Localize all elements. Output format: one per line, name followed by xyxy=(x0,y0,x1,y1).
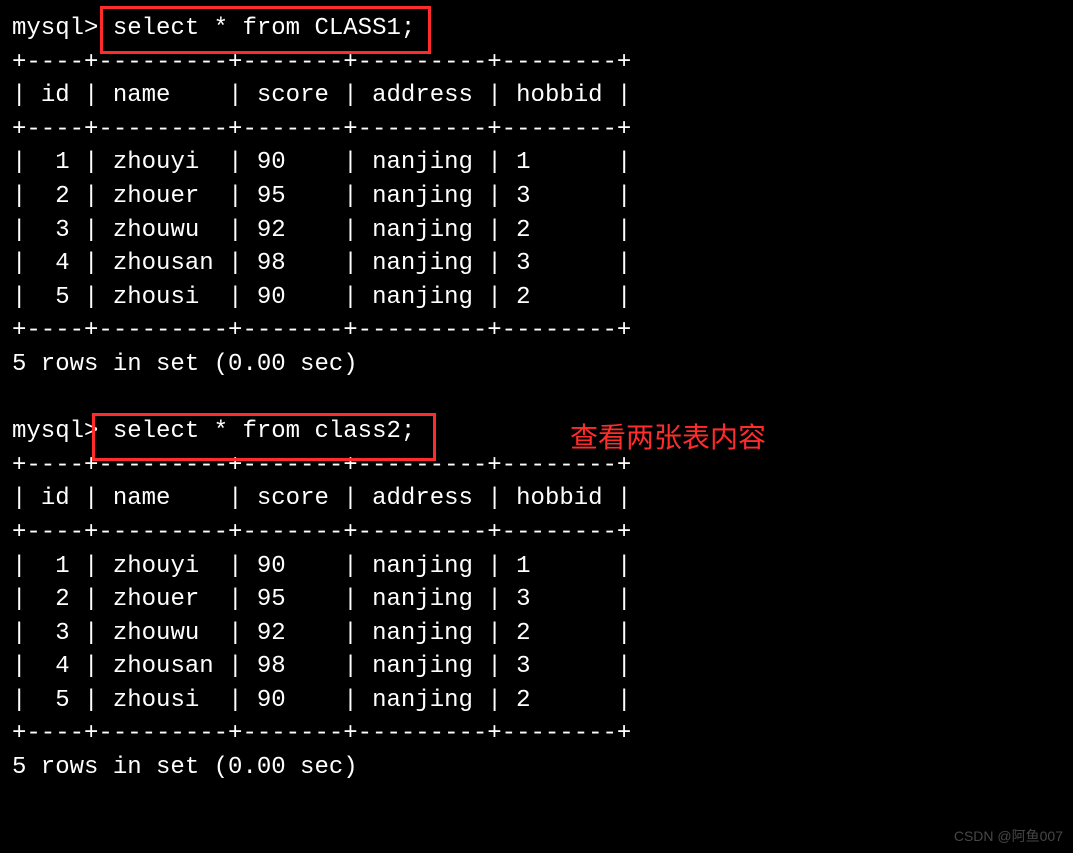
table-divider: +----+---------+-------+---------+------… xyxy=(12,717,1061,751)
table-divider: +----+---------+-------+---------+------… xyxy=(12,314,1061,348)
table-row: | 4 | zhousan | 98 | nanjing | 3 | xyxy=(12,650,1061,684)
annotation-label: 查看两张表内容 xyxy=(570,418,766,457)
table-row: | 5 | zhousi | 90 | nanjing | 2 | xyxy=(12,281,1061,315)
table-row: | 3 | zhouwu | 92 | nanjing | 2 | xyxy=(12,214,1061,248)
table-row: | 1 | zhouyi | 90 | nanjing | 1 | xyxy=(12,550,1061,584)
table-row: | 4 | zhousan | 98 | nanjing | 3 | xyxy=(12,247,1061,281)
blank-line xyxy=(12,382,1061,416)
terminal-line[interactable]: mysql> select * from class2; xyxy=(12,415,1061,449)
sql-query-2: select * from class2; xyxy=(113,418,415,445)
result-summary: 5 rows in set (0.00 sec) xyxy=(12,751,1061,785)
result-summary: 5 rows in set (0.00 sec) xyxy=(12,348,1061,382)
table-divider: +----+---------+-------+---------+------… xyxy=(12,113,1061,147)
table-header: | id | name | score | address | hobbid | xyxy=(12,79,1061,113)
table-row: | 3 | zhouwu | 92 | nanjing | 2 | xyxy=(12,617,1061,651)
terminal-line[interactable]: mysql> select * from CLASS1; xyxy=(12,12,1061,46)
sql-query-1: select * from CLASS1; xyxy=(113,15,415,42)
mysql-prompt: mysql> xyxy=(12,15,98,42)
table-header: | id | name | score | address | hobbid | xyxy=(12,482,1061,516)
table-row: | 1 | zhouyi | 90 | nanjing | 1 | xyxy=(12,146,1061,180)
table-divider: +----+---------+-------+---------+------… xyxy=(12,516,1061,550)
table-row: | 5 | zhousi | 90 | nanjing | 2 | xyxy=(12,684,1061,718)
watermark: CSDN @阿鱼007 xyxy=(954,827,1063,847)
table-row: | 2 | zhouer | 95 | nanjing | 3 | xyxy=(12,583,1061,617)
mysql-prompt: mysql> xyxy=(12,418,98,445)
table-divider: +----+---------+-------+---------+------… xyxy=(12,449,1061,483)
table-divider: +----+---------+-------+---------+------… xyxy=(12,46,1061,80)
table-row: | 2 | zhouer | 95 | nanjing | 3 | xyxy=(12,180,1061,214)
